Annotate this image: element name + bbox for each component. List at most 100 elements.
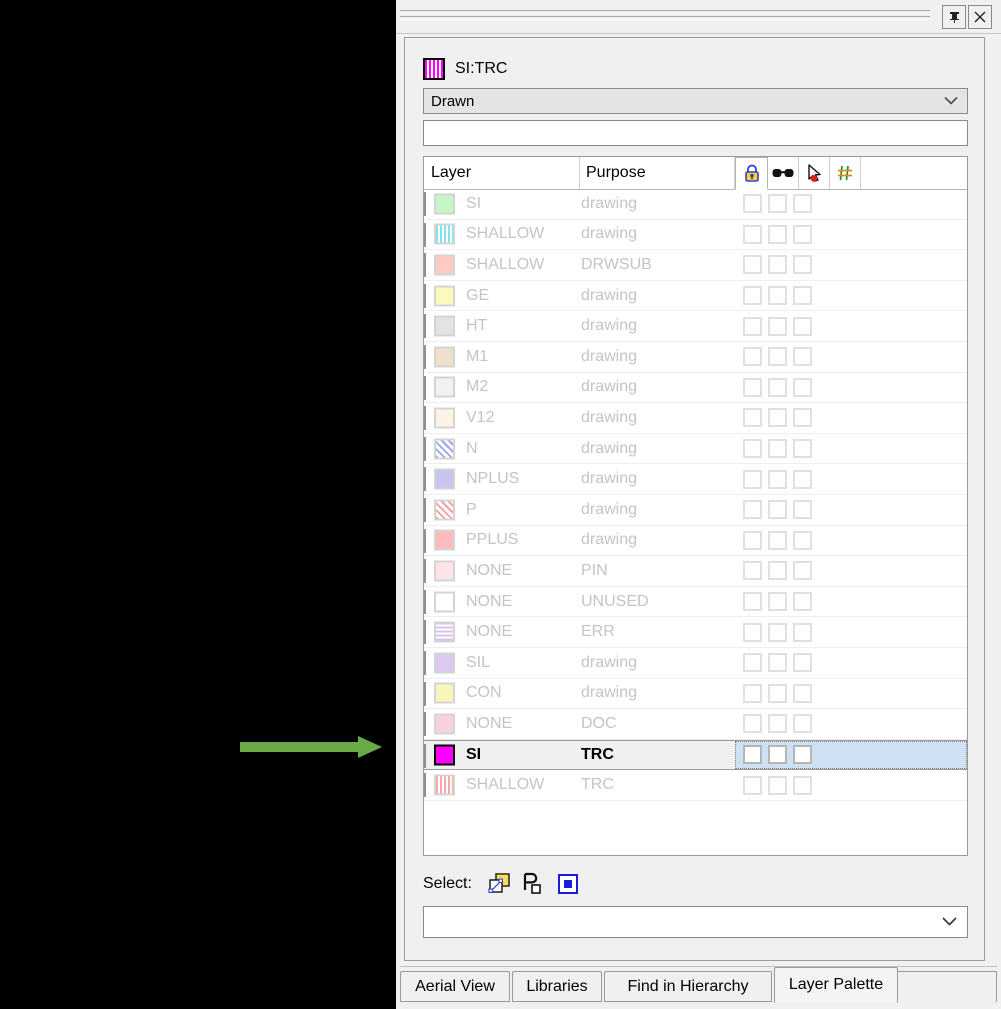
layer-color-swatch[interactable] [434,193,455,214]
selectable-checkbox[interactable] [793,684,812,703]
selectable-checkbox[interactable] [793,286,812,305]
lock-checkbox[interactable] [743,592,762,611]
table-row[interactable]: M2drawing [424,373,967,404]
lock-checkbox[interactable] [743,561,762,580]
layer-color-swatch[interactable] [434,713,455,734]
tab-find-in-hierarchy[interactable]: Find in Hierarchy [604,971,772,1002]
layer-color-swatch[interactable] [434,622,455,643]
layer-color-swatch[interactable] [434,775,455,796]
visible-checkbox[interactable] [768,653,787,672]
visible-checkbox[interactable] [768,531,787,550]
selectable-checkbox[interactable] [793,470,812,489]
auto-hide-pin-icon[interactable] [942,5,966,29]
layer-color-swatch[interactable] [434,591,455,612]
layer-color-swatch[interactable] [434,316,455,337]
column-header-number[interactable] [830,157,861,189]
visible-checkbox[interactable] [768,684,787,703]
panel-drag-grip[interactable] [400,10,930,21]
visible-checkbox[interactable] [768,745,787,764]
lock-checkbox[interactable] [743,286,762,305]
selectable-checkbox[interactable] [793,531,812,550]
table-row[interactable]: NONEERR [424,617,967,648]
layer-color-swatch[interactable] [434,499,455,520]
tab-aerial-view[interactable]: Aerial View [400,971,510,1002]
column-header-visible[interactable] [768,157,799,189]
layer-color-swatch[interactable] [434,438,455,459]
selectable-checkbox[interactable] [793,347,812,366]
table-row[interactable]: SILdrawing [424,648,967,679]
selectable-checkbox[interactable] [793,500,812,519]
table-row[interactable]: NONEDOC [424,709,967,740]
visible-checkbox[interactable] [768,776,787,795]
layer-set-combobox[interactable] [423,906,968,938]
layer-color-swatch[interactable] [434,346,455,367]
select-by-region-icon[interactable] [556,872,580,896]
lock-checkbox[interactable] [743,531,762,550]
visible-checkbox[interactable] [768,623,787,642]
visible-checkbox[interactable] [768,286,787,305]
table-row[interactable]: M1drawing [424,342,967,373]
lock-checkbox[interactable] [743,653,762,672]
table-row[interactable]: Pdrawing [424,495,967,526]
lock-checkbox[interactable] [743,470,762,489]
visible-checkbox[interactable] [768,255,787,274]
table-row[interactable]: V12drawing [424,403,967,434]
lock-checkbox[interactable] [743,745,762,764]
table-row[interactable]: SITRC [424,740,967,771]
lock-checkbox[interactable] [743,194,762,213]
selectable-checkbox[interactable] [793,714,812,733]
table-row[interactable]: CONdrawing [424,679,967,710]
selectable-checkbox[interactable] [793,317,812,336]
layer-filter-input[interactable] [423,120,968,146]
visible-checkbox[interactable] [768,439,787,458]
lock-checkbox[interactable] [743,623,762,642]
select-by-shape-icon[interactable] [488,872,512,896]
selectable-checkbox[interactable] [793,378,812,397]
table-row[interactable]: SHALLOWDRWSUB [424,250,967,281]
lock-checkbox[interactable] [743,347,762,366]
column-header-purpose[interactable]: Purpose [580,157,735,189]
lock-checkbox[interactable] [743,317,762,336]
visible-checkbox[interactable] [768,347,787,366]
layer-color-swatch[interactable] [434,407,455,428]
table-row[interactable]: GEdrawing [424,281,967,312]
visible-checkbox[interactable] [768,408,787,427]
layer-color-swatch[interactable] [434,560,455,581]
selectable-checkbox[interactable] [793,561,812,580]
lock-checkbox[interactable] [743,500,762,519]
visible-checkbox[interactable] [768,561,787,580]
lock-checkbox[interactable] [743,714,762,733]
column-header-selectable[interactable] [799,157,830,189]
select-by-pin-icon[interactable] [522,872,546,896]
layer-color-swatch[interactable] [434,744,455,765]
table-row[interactable]: PPLUSdrawing [424,526,967,557]
selectable-checkbox[interactable] [793,653,812,672]
visible-checkbox[interactable] [768,500,787,519]
layer-color-swatch[interactable] [434,530,455,551]
layer-color-swatch[interactable] [434,254,455,275]
lock-checkbox[interactable] [743,378,762,397]
table-row[interactable]: SHALLOWTRC [424,770,967,801]
lock-checkbox[interactable] [743,776,762,795]
column-header-layer[interactable]: Layer [425,157,580,189]
layer-color-swatch[interactable] [434,285,455,306]
visible-checkbox[interactable] [768,225,787,244]
layer-mode-combobox[interactable]: Drawn [423,88,968,114]
lock-checkbox[interactable] [743,255,762,274]
visible-checkbox[interactable] [768,592,787,611]
selectable-checkbox[interactable] [793,592,812,611]
visible-checkbox[interactable] [768,378,787,397]
selectable-checkbox[interactable] [793,225,812,244]
tab-layer-palette[interactable]: Layer Palette [774,967,898,1003]
table-row[interactable]: NONEPIN [424,556,967,587]
selectable-checkbox[interactable] [793,194,812,213]
lock-checkbox[interactable] [743,684,762,703]
layer-color-swatch[interactable] [434,652,455,673]
selectable-checkbox[interactable] [793,255,812,274]
layer-color-swatch[interactable] [434,224,455,245]
tab-libraries[interactable]: Libraries [512,971,602,1002]
lock-checkbox[interactable] [743,225,762,244]
lock-checkbox[interactable] [743,439,762,458]
visible-checkbox[interactable] [768,194,787,213]
selectable-checkbox[interactable] [793,623,812,642]
